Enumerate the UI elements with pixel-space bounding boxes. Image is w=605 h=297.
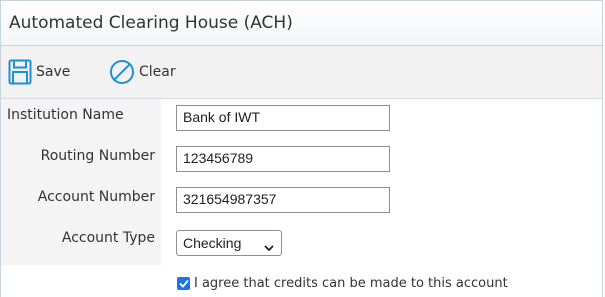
account-type-select[interactable]: Checking [176, 230, 282, 256]
checkmark-icon [178, 279, 189, 288]
clear-label: Clear [139, 64, 176, 80]
routing-number-label: Routing Number [40, 148, 155, 164]
chevron-down-icon [264, 239, 274, 255]
routing-number-row: Routing Number 123456789 [1, 140, 602, 180]
agree-checkbox[interactable] [177, 277, 190, 290]
clear-button[interactable]: Clear [109, 57, 176, 87]
account-type-value: Checking [183, 235, 242, 251]
toolbar: Save Clear [1, 46, 602, 99]
institution-name-label: Institution Name [7, 107, 124, 123]
panel-header: Automated Clearing House (ACH) [1, 1, 602, 46]
institution-name-row: Institution Name Bank of IWT [1, 99, 602, 139]
institution-name-input[interactable]: Bank of IWT [176, 105, 390, 131]
save-icon [8, 59, 32, 85]
clear-icon [109, 59, 135, 85]
account-number-row: Account Number 321654987357 [1, 181, 602, 221]
routing-number-input[interactable]: 123456789 [176, 146, 390, 172]
account-number-label: Account Number [37, 189, 155, 205]
account-number-input[interactable]: 321654987357 [176, 187, 390, 213]
agree-label: I agree that credits can be made to this… [194, 276, 508, 291]
save-label: Save [36, 64, 71, 80]
save-button[interactable]: Save [8, 57, 70, 87]
agree-row: I agree that credits can be made to this… [177, 276, 508, 291]
account-type-row: Account Type Checking [1, 222, 602, 262]
panel-title: Automated Clearing House (ACH) [9, 13, 293, 33]
account-type-label: Account Type [61, 230, 155, 246]
ach-panel: Automated Clearing House (ACH) Save Clea… [0, 0, 603, 297]
